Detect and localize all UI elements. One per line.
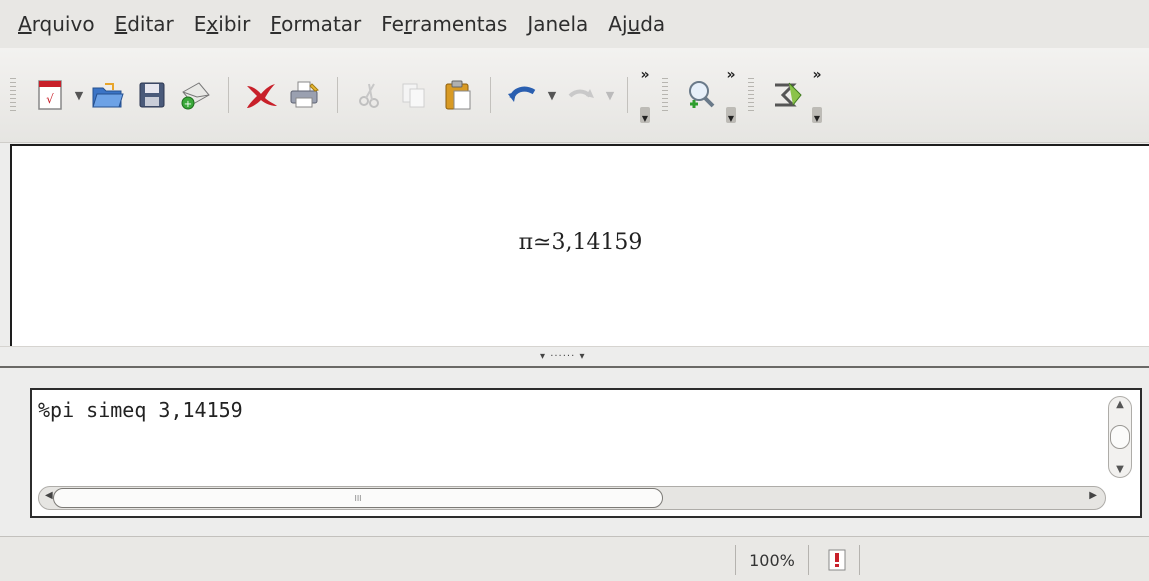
open-folder-icon [92, 83, 124, 108]
vertical-scrollbar[interactable]: ▲ ▼ [1108, 396, 1132, 478]
formula-document-icon: √ [38, 80, 62, 110]
menu-editar[interactable]: Editar [115, 12, 174, 36]
menu-ajuda[interactable]: Ajuda [608, 12, 665, 36]
undo-icon [508, 86, 536, 102]
zoom-icon [689, 81, 715, 108]
chevron-right-icon: » [640, 67, 650, 83]
undo-button[interactable] [505, 77, 541, 113]
menu-janela[interactable]: Janela [527, 12, 588, 36]
redo-button[interactable] [563, 77, 599, 113]
send-mail-button[interactable]: + [178, 77, 214, 113]
toolbar-grip[interactable] [10, 78, 16, 112]
chevron-down-icon: ▼ [726, 107, 736, 123]
vertical-scroll-thumb[interactable] [1110, 425, 1130, 449]
menu-exibir[interactable]: Exibir [194, 12, 251, 36]
chevron-down-icon: ▼ [640, 107, 650, 123]
cut-icon [359, 83, 379, 108]
menu-formatar[interactable]: Formatar [270, 12, 361, 36]
paste-icon [445, 80, 471, 110]
send-mail-icon: + [181, 82, 210, 110]
scroll-grip: III [354, 493, 362, 503]
horizontal-scroll-thumb[interactable]: III [53, 488, 663, 508]
svg-text:+: + [184, 99, 192, 110]
commands-editor[interactable]: %pi simeq 3,14159 ▲ ▼ ◀ III ▶ [30, 388, 1142, 518]
new-dropdown-arrow[interactable]: ▼ [72, 77, 86, 113]
undo-dropdown-arrow[interactable]: ▼ [545, 77, 559, 113]
export-pdf-button[interactable] [243, 77, 279, 113]
chevron-right-icon: » [812, 67, 822, 83]
copy-button[interactable] [396, 77, 432, 113]
toolbar-overflow-button[interactable]: » ▼ [724, 67, 738, 123]
symbols-button[interactable] [770, 77, 806, 113]
symbols-icon [775, 82, 802, 107]
warning-icon [828, 549, 846, 571]
paste-button[interactable] [440, 77, 476, 113]
print-button[interactable] [287, 77, 323, 113]
scroll-left-icon[interactable]: ◀ [45, 490, 53, 501]
scroll-up-icon[interactable]: ▲ [1116, 399, 1124, 410]
save-button[interactable] [134, 77, 170, 113]
pane-splitter[interactable]: ▾ ······ ▾ [0, 346, 1149, 368]
toolbar-separator [627, 77, 628, 113]
rendered-formula: π≃3,14159 [518, 230, 643, 255]
print-icon [290, 81, 319, 108]
save-icon [139, 82, 165, 108]
toolbar-separator [337, 77, 338, 113]
standard-toolbar: √ ▼ + ▼ ▼ » ▼ » ▼ » ▼ [0, 48, 1149, 143]
commands-text[interactable]: %pi simeq 3,14159 [38, 398, 243, 422]
pdf-export-icon [247, 84, 277, 108]
menu-bar: Arquivo Editar Exibir Formatar Ferrament… [0, 0, 1149, 48]
toolbar-grip[interactable] [748, 78, 754, 112]
svg-text:√: √ [46, 92, 54, 106]
toolbar-overflow-button[interactable]: » ▼ [810, 67, 824, 123]
horizontal-scrollbar[interactable]: ◀ III ▶ [38, 486, 1106, 510]
toolbar-grip[interactable] [662, 78, 668, 112]
zoom-level[interactable]: 100% [735, 545, 809, 575]
menu-ferramentas[interactable]: Ferramentas [381, 12, 507, 36]
formula-preview[interactable]: π≃3,14159 [10, 144, 1149, 346]
new-formula-button[interactable]: √ [32, 77, 68, 113]
status-bar: 100% [0, 536, 1149, 581]
open-button[interactable] [90, 77, 126, 113]
toolbar-overflow-button[interactable]: » ▼ [638, 67, 652, 123]
zoom-button[interactable] [684, 77, 720, 113]
toolbar-separator [228, 77, 229, 113]
cut-button[interactable] [352, 77, 388, 113]
menu-arquivo[interactable]: Arquivo [18, 12, 95, 36]
toolbar-separator [490, 77, 491, 113]
chevron-down-icon: ▼ [812, 107, 822, 123]
scroll-down-icon[interactable]: ▼ [1116, 464, 1124, 475]
redo-dropdown-arrow[interactable]: ▼ [603, 77, 617, 113]
document-modified-indicator[interactable] [815, 545, 860, 575]
splitter-grip[interactable]: ▾ ······ ▾ [540, 351, 585, 362]
scroll-right-icon[interactable]: ▶ [1089, 490, 1097, 501]
redo-icon [568, 89, 594, 98]
copy-icon [402, 83, 425, 108]
chevron-right-icon: » [726, 67, 736, 83]
